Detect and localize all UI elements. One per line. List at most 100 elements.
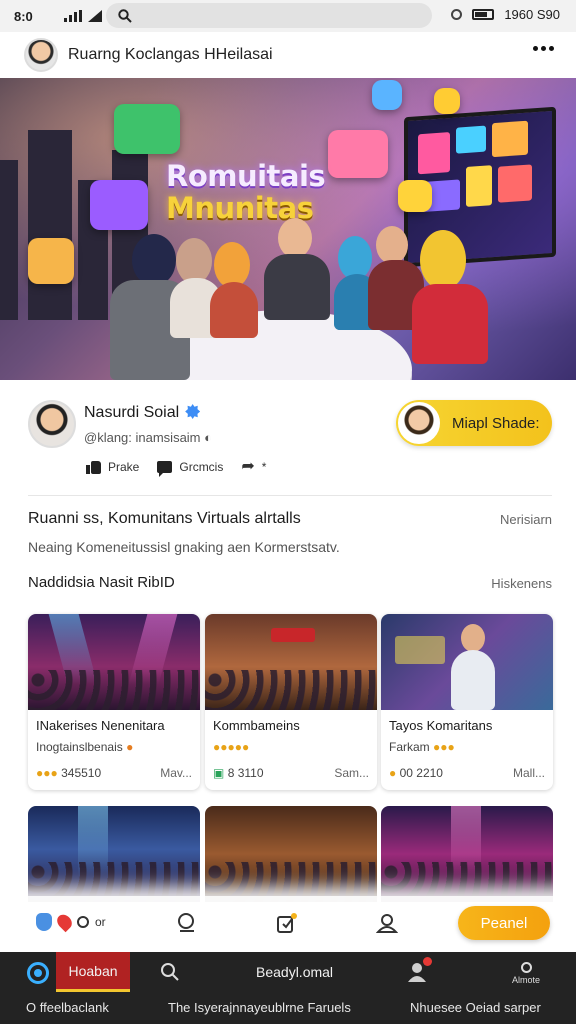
alarm-icon	[451, 9, 463, 20]
hero-title: Romuitais Mnunitas	[166, 159, 326, 224]
divider	[28, 495, 552, 496]
header-avatar[interactable]	[24, 38, 58, 72]
nav-footer-left[interactable]: O ffeelbaclank	[26, 1000, 109, 1015]
chat-icon: ▣	[213, 766, 225, 780]
profile-section: Nasurdi Soial @klang: inamsisaim ◐ Prake…	[0, 380, 576, 496]
page-title: Ruarng Koclangas HHeilasai	[68, 46, 273, 63]
community-title: Ruanni ss, Komunitans Virtuals alrtalls	[28, 510, 301, 527]
primary-action-button[interactable]: Peanel	[458, 906, 550, 940]
card-title: Tayos Komaritans	[389, 718, 493, 733]
community-card-image[interactable]	[28, 806, 200, 902]
nav-more-label: Almote	[511, 975, 540, 985]
comment-button[interactable]: Grcmcis	[157, 460, 224, 477]
bottom-navigation: Hoaban Beadyl.omal Almote O ffeelbaclank…	[0, 952, 576, 1024]
profile-icon[interactable]	[376, 912, 398, 934]
reaction-icons: ●●●	[36, 766, 58, 780]
signal-icon	[64, 10, 82, 22]
profile-name-text: Nasurdi Soial	[84, 404, 180, 421]
card-subtitle: Farkam ●●●	[389, 740, 455, 754]
card-image	[28, 614, 200, 710]
emoji-icon: ●	[389, 766, 397, 780]
card-stat: ▣ 8 3110	[213, 766, 264, 780]
screen-text	[395, 636, 445, 664]
profile-handle: @klang: inamsisaim ◐	[84, 430, 212, 445]
like-button[interactable]: Prake	[86, 460, 139, 474]
section-title: Naddidsia Nasit RibID	[28, 574, 175, 591]
search-people-icon[interactable]	[176, 912, 198, 934]
status-right: 1960 S90	[451, 7, 560, 22]
card-subtitle: Inogtainslbenais ●	[36, 740, 133, 754]
header: Ruarng Koclangas HHeilasai	[0, 32, 576, 78]
nav-more[interactable]: Almote	[508, 962, 544, 985]
section-see-all-link[interactable]: Hiskenens	[491, 576, 552, 591]
like-label: Prake	[108, 460, 140, 474]
card-title: Kommbameins	[213, 718, 300, 733]
card-title: INakerises Nenenitara	[36, 718, 165, 733]
app-screen: 8:0 1960 S90 Ruarng Koclangas HHeilasai	[0, 0, 576, 1024]
photo-icon	[88, 10, 102, 22]
more-options-icon[interactable]	[533, 46, 554, 51]
location-pin-icon	[54, 911, 75, 933]
card-image	[381, 614, 553, 710]
settings-icon	[520, 962, 532, 973]
thumbs-up-icon	[86, 460, 101, 474]
reaction-icons: ●●●●●	[213, 740, 250, 754]
profile-name[interactable]: Nasurdi Soial	[84, 404, 201, 422]
community-card-image[interactable]	[205, 806, 377, 902]
card-image	[205, 614, 377, 710]
card-stat: ●●● 345510	[36, 766, 101, 780]
building	[0, 160, 18, 320]
share-button[interactable]: ➦ *	[241, 458, 267, 475]
status-bar: 8:0 1960 S90	[0, 0, 576, 32]
community-card[interactable]: INakerises Nenenitara Inogtainslbenais ●…	[28, 614, 200, 790]
search-icon[interactable]	[160, 962, 180, 982]
profile-avatar[interactable]	[28, 400, 76, 448]
reaction-group[interactable]: or	[36, 911, 106, 933]
nav-footer-center[interactable]: The Isyerajnnayeublrne Faruels	[168, 1000, 351, 1015]
card-stat: ● 00 2210	[389, 766, 443, 780]
shield-icon	[36, 913, 52, 931]
search-icon	[118, 8, 132, 23]
nav-tab-active[interactable]: Hoaban	[56, 952, 130, 992]
community-card[interactable]: Kommbameins ●●●●● ▣ 8 3110 Sam...	[205, 614, 377, 790]
comment-label: Grcmcis	[179, 460, 224, 474]
hero-title-line1: Romuitais	[166, 159, 326, 193]
sticker-icon	[372, 80, 402, 110]
chat-bubble-icon	[114, 104, 180, 154]
community-card-image[interactable]	[381, 806, 553, 902]
post-actions: Prake Grcmcis ➦ *	[86, 458, 267, 477]
nav-footer-right[interactable]: Nhuesee Oeiad sarper	[410, 1000, 541, 1015]
action-small-text: or	[95, 915, 106, 929]
reaction-icons: ●●●	[433, 740, 455, 754]
pill-avatar	[398, 402, 440, 444]
community-link[interactable]: Nerisiarn	[500, 512, 552, 527]
verified-badge-icon	[185, 404, 201, 419]
battery-icon	[472, 9, 495, 20]
share-icon: ➦	[241, 458, 255, 475]
home-icon[interactable]	[27, 962, 49, 984]
profile-handle-text: @klang: inamsisaim	[84, 430, 201, 445]
card-more: Sam...	[334, 766, 369, 780]
emoji-icon: ●	[126, 740, 134, 754]
emoji-icon: ◐	[204, 430, 212, 445]
toggle-icon	[77, 916, 89, 928]
hero-image: Romuitais Mnunitas	[0, 78, 576, 380]
edit-post-icon[interactable]	[276, 912, 298, 934]
card-stat-text: 345510	[61, 766, 102, 780]
card-more: Mall...	[512, 766, 545, 780]
search-bar[interactable]	[106, 3, 432, 28]
notifications-icon[interactable]	[406, 957, 432, 984]
share-label: *	[261, 460, 267, 474]
share-pill-button[interactable]: Miapl Shade:	[396, 400, 552, 446]
sign	[271, 628, 315, 642]
community-card[interactable]: Tayos Komaritans Farkam ●●● ● 00 2210 Ma…	[381, 614, 553, 790]
notification-badge	[423, 957, 432, 966]
card-more: Mav...	[160, 766, 192, 780]
notification-bubble-icon	[328, 130, 388, 178]
nav-tab-center[interactable]: Beadyl.omal	[256, 964, 333, 980]
status-time: 8:0	[14, 8, 33, 24]
card-subtitle-text: Inogtainslbenais	[36, 740, 123, 754]
community-subtitle: Neaing Komeneitussisl gnaking aen Kormer…	[28, 539, 340, 555]
card-stat-text: 8 3110	[227, 766, 264, 780]
card-subtitle-text: Farkam	[389, 740, 430, 754]
